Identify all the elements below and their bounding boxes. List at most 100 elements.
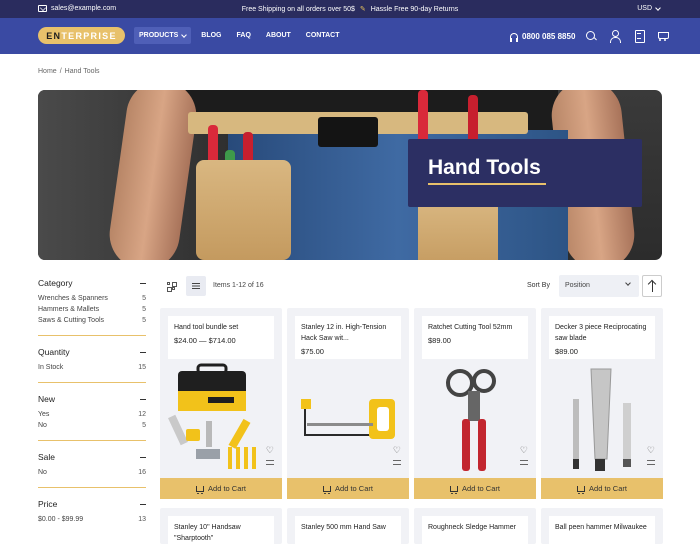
facet-new: New Yes 12 No 5 <box>38 394 146 441</box>
site-logo[interactable]: E N TERPRISE <box>38 27 125 44</box>
menu-about[interactable]: ABOUT <box>261 27 296 44</box>
menu-products[interactable]: PRODUCTS <box>134 27 192 44</box>
sort-select[interactable]: Position <box>559 275 639 297</box>
add-to-cart-label: Add to Cart <box>462 484 500 493</box>
headphone-icon <box>510 33 518 42</box>
wishlist-icon[interactable]: ♡ <box>266 445 274 456</box>
product-name[interactable]: Decker 3 piece Reciprocating saw blade <box>555 322 649 344</box>
product-image[interactable] <box>295 363 401 475</box>
facet-option-label: No <box>38 469 47 476</box>
promo-returns: Hassle Free 90-day Returns <box>370 6 459 13</box>
facet-option[interactable]: Saws & Cutting Tools 5 <box>38 317 146 324</box>
wishlist-icon[interactable]: ♡ <box>647 445 655 456</box>
compare-icon[interactable] <box>520 460 528 466</box>
product-name[interactable]: Roughneck Sledge Hammer <box>428 522 522 533</box>
hero-pouch <box>196 160 291 260</box>
page-title: Hand Tools <box>428 156 541 179</box>
facet-option-count: 5 <box>142 295 146 302</box>
logo-text: TERPRISE <box>61 30 117 41</box>
facet-header[interactable]: Category <box>38 278 146 288</box>
collapse-icon[interactable] <box>140 456 146 458</box>
add-to-cart-button[interactable]: Add to Cart <box>541 478 663 499</box>
add-to-cart-button[interactable]: Add to Cart <box>414 478 536 499</box>
list-icon <box>192 283 200 285</box>
sort-value: Position <box>565 282 590 289</box>
sort-direction-button[interactable] <box>642 275 662 297</box>
facet-header[interactable]: Sale <box>38 452 146 462</box>
product-card[interactable]: Stanley 10" Handsaw "Sharptooth" <box>160 508 282 544</box>
product-image[interactable] <box>549 363 655 475</box>
product-name[interactable]: Stanley 500 mm Hand Saw <box>301 522 395 533</box>
compare-icon[interactable] <box>647 460 655 466</box>
facet-title: Price <box>38 499 58 509</box>
menu-faq[interactable]: FAQ <box>232 27 256 44</box>
top-bar: sales@example.com Free Shipping on all o… <box>0 0 700 18</box>
product-info: Stanley 500 mm Hand Saw <box>295 516 401 544</box>
product-image[interactable] <box>422 363 528 475</box>
product-name[interactable]: Hand tool bundle set <box>174 322 268 333</box>
compare-icon[interactable] <box>266 460 274 466</box>
add-to-cart-button[interactable]: Add to Cart <box>287 478 409 499</box>
add-to-cart-button[interactable]: Add to Cart <box>160 478 282 499</box>
product-card[interactable]: Ball peen hammer Milwaukee <box>541 508 663 544</box>
breadcrumb-current: Hand Tools <box>64 68 100 75</box>
facet-sale: Sale No 16 <box>38 452 146 488</box>
product-name[interactable]: Ball peen hammer Milwaukee <box>555 522 649 533</box>
search-icon[interactable] <box>585 30 597 42</box>
wishlist-icon[interactable]: ♡ <box>393 445 401 456</box>
collapse-icon[interactable] <box>140 282 146 284</box>
account-icon[interactable] <box>609 30 621 43</box>
phone-link[interactable]: 0800 085 8850 <box>510 32 575 42</box>
hero-pliers <box>468 95 478 145</box>
facet-option[interactable]: Wrenches & Spanners 5 <box>38 295 146 302</box>
facet-header[interactable]: Price <box>38 499 146 509</box>
chevron-down-icon <box>655 4 661 11</box>
product-name[interactable]: Stanley 12 in. High-Tension Hack Saw wit… <box>301 322 395 344</box>
facet-option[interactable]: Hammers & Mallets 5 <box>38 306 146 313</box>
product-info: Hand tool bundle set $24.00 — $714.00 <box>168 316 274 359</box>
product-info: Stanley 10" Handsaw "Sharptooth" <box>168 516 274 544</box>
collapse-icon[interactable] <box>140 503 146 505</box>
menu-blog[interactable]: BLOG <box>196 27 226 44</box>
title-underline <box>428 183 546 185</box>
breadcrumb-separator: / <box>59 68 62 75</box>
promo-shipping: Free Shipping on all orders over 50$ <box>241 6 355 13</box>
hero-pliers <box>418 90 428 145</box>
facet-option[interactable]: No 5 <box>38 422 146 429</box>
facet-option-count: 12 <box>138 411 146 418</box>
facet-option[interactable]: No 16 <box>38 469 146 476</box>
compare-icon[interactable] <box>393 460 401 466</box>
collapse-icon[interactable] <box>140 351 146 353</box>
cart-icon[interactable] <box>657 30 669 42</box>
facet-option-count: 5 <box>142 317 146 324</box>
collapse-icon[interactable] <box>140 398 146 400</box>
filter-sidebar: Category Wrenches & Spanners 5 Hammers & … <box>38 276 146 545</box>
grid-icon <box>167 282 177 292</box>
product-image[interactable] <box>168 363 274 475</box>
breadcrumb-home[interactable]: Home <box>38 68 57 75</box>
product-card[interactable]: Roughneck Sledge Hammer <box>414 508 536 544</box>
facet-option-count: 13 <box>138 516 146 523</box>
menu-contact[interactable]: CONTACT <box>301 27 345 44</box>
cart-icon <box>450 485 459 494</box>
facet-option[interactable]: Yes 12 <box>38 411 146 418</box>
facet-option[interactable]: In Stock 15 <box>38 364 146 371</box>
product-name[interactable]: Stanley 10" Handsaw "Sharptooth" <box>174 522 268 544</box>
compare-icon[interactable] <box>633 30 645 43</box>
list-view-button[interactable] <box>186 276 206 296</box>
header-icons <box>585 30 669 43</box>
product-card[interactable]: Stanley 12 in. High-Tension Hack Saw wit… <box>287 308 409 499</box>
facet-option-count: 5 <box>142 306 146 313</box>
wishlist-icon[interactable]: ♡ <box>520 445 528 456</box>
grid-view-button[interactable] <box>161 276 181 296</box>
product-name[interactable]: Ratchet Cutting Tool 52mm <box>428 322 522 333</box>
facet-header[interactable]: Quantity <box>38 347 146 357</box>
product-card[interactable]: Hand tool bundle set $24.00 — $714.00 ♡ … <box>160 308 282 499</box>
product-card[interactable]: Stanley 500 mm Hand Saw <box>287 508 409 544</box>
currency-switcher[interactable]: USD <box>637 4 661 12</box>
facet-header[interactable]: New <box>38 394 146 404</box>
product-card[interactable]: Ratchet Cutting Tool 52mm $89.00 ♡ Add t… <box>414 308 536 499</box>
facet-option-count: 16 <box>138 469 146 476</box>
facet-option[interactable]: $0.00 - $99.99 13 <box>38 516 146 523</box>
product-card[interactable]: Decker 3 piece Reciprocating saw blade $… <box>541 308 663 499</box>
